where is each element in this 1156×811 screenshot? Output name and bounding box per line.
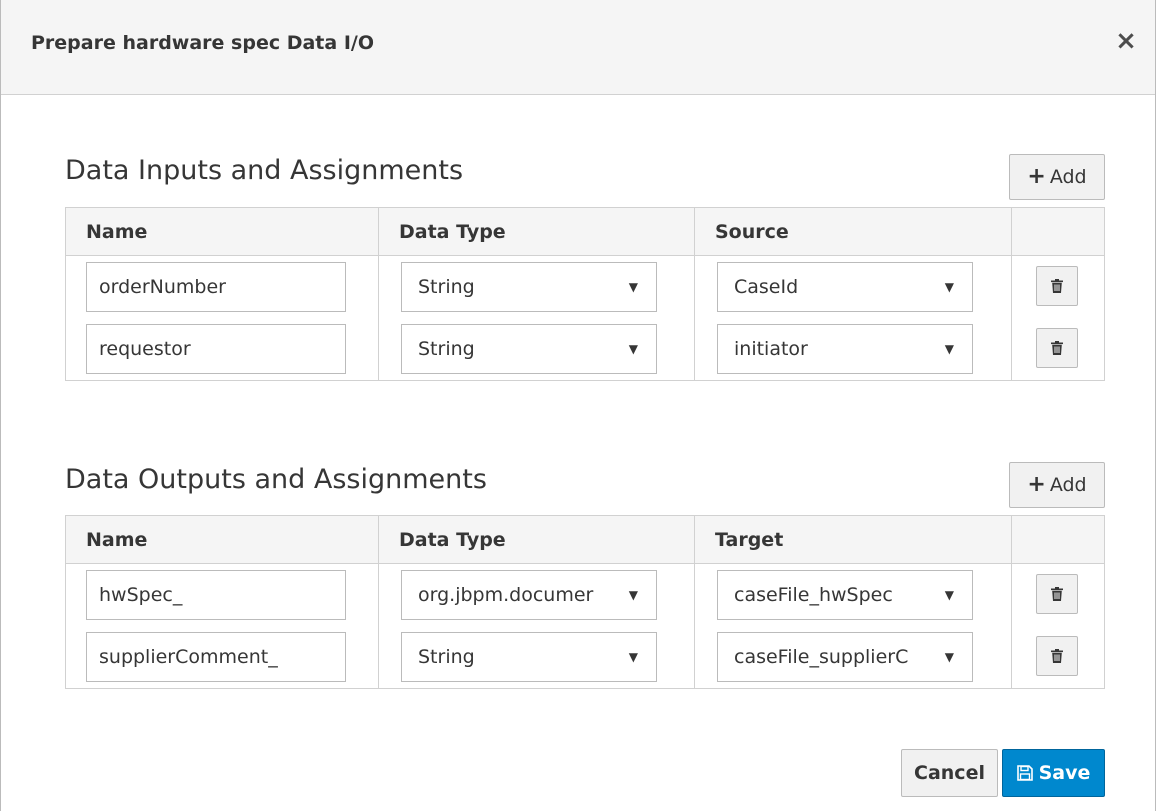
trash-icon (1051, 341, 1063, 355)
caret-down-icon: ▼ (628, 588, 638, 602)
caret-down-icon: ▼ (628, 342, 638, 356)
column-header-name: Name (66, 516, 379, 563)
column-header-source: Source (695, 208, 1012, 255)
caret-down-icon: ▼ (944, 342, 954, 356)
column-header-data-type: Data Type (379, 208, 695, 255)
outputs-table: Name Data Type Target org.jbpm.documer ▼… (65, 515, 1105, 689)
column-header-target: Target (695, 516, 1012, 563)
cancel-button[interactable]: Cancel (901, 749, 998, 797)
delete-input-button[interactable] (1036, 328, 1078, 368)
save-button[interactable]: Save (1002, 749, 1105, 797)
output-data-type-select[interactable]: String ▼ (401, 632, 657, 682)
input-name-field[interactable] (86, 324, 346, 374)
trash-icon (1051, 587, 1063, 601)
table-header: Name Data Type Target (66, 516, 1104, 564)
caret-down-icon: ▼ (628, 650, 638, 664)
output-target-select[interactable]: caseFile_supplierC ▼ (717, 632, 973, 682)
table-header: Name Data Type Source (66, 208, 1104, 256)
outputs-section-title: Data Outputs and Assignments (65, 464, 487, 495)
column-header-actions (1012, 208, 1104, 255)
table-row: String ▼ initiator ▼ (66, 318, 1104, 380)
inputs-section-title: Data Inputs and Assignments (65, 155, 464, 186)
table-row: org.jbpm.documer ▼ caseFile_hwSpec ▼ (66, 564, 1104, 626)
caret-down-icon: ▼ (628, 280, 638, 294)
input-source-select[interactable]: CaseId ▼ (717, 262, 973, 312)
output-name-field[interactable] (86, 632, 346, 682)
add-output-label: Add (1049, 474, 1087, 496)
table-row: String ▼ caseFile_supplierC ▼ (66, 626, 1104, 688)
add-output-button[interactable]: + Add (1009, 462, 1105, 508)
data-io-dialog: Prepare hardware spec Data I/O × Data In… (0, 0, 1156, 811)
column-header-data-type: Data Type (379, 516, 695, 563)
input-name-field[interactable] (86, 262, 346, 312)
close-icon[interactable]: × (1115, 28, 1137, 54)
add-input-button[interactable]: + Add (1009, 154, 1105, 200)
column-header-actions (1012, 516, 1104, 563)
plus-icon: + (1027, 164, 1046, 189)
trash-icon (1051, 649, 1063, 663)
delete-output-button[interactable] (1036, 574, 1078, 614)
input-data-type-select[interactable]: String ▼ (401, 262, 657, 312)
save-label: Save (1038, 762, 1091, 784)
trash-icon (1051, 279, 1063, 293)
delete-input-button[interactable] (1036, 266, 1078, 306)
column-header-name: Name (66, 208, 379, 255)
output-name-field[interactable] (86, 570, 346, 620)
dialog-header: Prepare hardware spec Data I/O × (1, 0, 1155, 95)
plus-icon: + (1027, 472, 1046, 497)
caret-down-icon: ▼ (944, 588, 954, 602)
caret-down-icon: ▼ (944, 650, 954, 664)
input-data-type-select[interactable]: String ▼ (401, 324, 657, 374)
output-data-type-select[interactable]: org.jbpm.documer ▼ (401, 570, 657, 620)
caret-down-icon: ▼ (944, 280, 954, 294)
delete-output-button[interactable] (1036, 636, 1078, 676)
inputs-table: Name Data Type Source String ▼ CaseId ▼ (65, 207, 1105, 381)
table-row: String ▼ CaseId ▼ (66, 256, 1104, 318)
floppy-disk-icon (1016, 765, 1033, 781)
dialog-title: Prepare hardware spec Data I/O (31, 32, 374, 54)
input-source-select[interactable]: initiator ▼ (717, 324, 973, 374)
output-target-select[interactable]: caseFile_hwSpec ▼ (717, 570, 973, 620)
add-input-label: Add (1049, 166, 1087, 188)
